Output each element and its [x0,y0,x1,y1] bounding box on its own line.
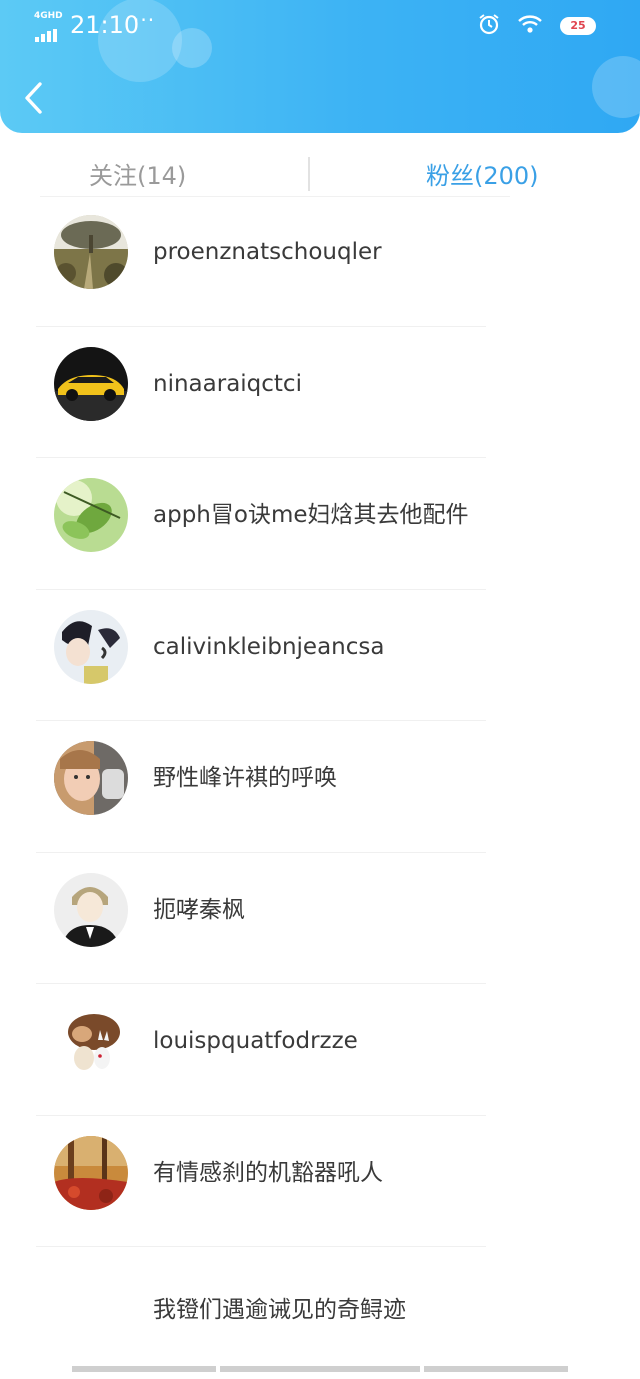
list-item[interactable]: 我镫们遇逾诫见的奇鲟迹 [0,1247,640,1379]
list-item[interactable]: ninaaraiqctci [0,327,640,458]
battery-icon: 25 [560,17,596,35]
list-item[interactable]: 扼哮秦枫 [0,853,640,984]
tab-divider [308,157,310,191]
tab-fans[interactable]: 粉丝(200) [426,159,539,193]
avatar [54,1004,128,1078]
fan-name: louispquatfodrzze [153,1028,358,1054]
alarm-icon [478,13,500,39]
fan-name: ninaaraiqctci [153,370,302,397]
avatar [54,1135,128,1210]
more-notifications-icon: ··· [133,8,156,32]
status-bar: 4GHD 21:10 ··· 25 [0,0,640,52]
fans-list: proenznatschouqler ninaaraiqctci apph冒o诀… [0,195,640,1379]
signal-icon: 4GHD [34,11,64,42]
fan-name: 野性峰许褀的呼唤 [153,765,337,791]
app-header: 4GHD 21:10 ··· 25 [0,0,640,133]
chevron-left-icon [25,82,42,114]
bottom-bar-segment [72,1366,216,1372]
network-type: 4GHD [34,11,63,21]
fan-name: calivinkleibnjeancsa [153,633,385,660]
wifi-icon [517,14,543,38]
list-item[interactable]: calivinkleibnjeancsa [0,590,640,721]
fan-name: proenznatschouqler [153,239,382,265]
fan-name: 我镫们遇逾诫见的奇鲟迹 [153,1297,406,1323]
avatar [54,478,128,552]
avatar [54,741,128,815]
clock: 21:10 [70,11,140,39]
bottom-bar-segment [220,1366,420,1372]
fan-name: apph冒o诀me妇焓其去他配件 [153,502,469,528]
list-item[interactable]: proenznatschouqler [0,195,640,327]
avatar [54,609,128,684]
avatar [54,872,128,947]
list-item[interactable]: apph冒o诀me妇焓其去他配件 [0,458,640,590]
tab-bar: 关注(14) 粉丝(200) [0,133,640,197]
bottom-bar-segment [424,1366,568,1372]
back-button[interactable] [18,78,58,122]
avatar [54,346,128,421]
list-item[interactable]: louispquatfodrzze [0,984,640,1116]
list-item[interactable]: 有情感刹的机豁器吼人 [0,1116,640,1247]
list-item[interactable]: 野性峰许褀的呼唤 [0,721,640,853]
decor-bubble [592,56,640,118]
tab-following[interactable]: 关注(14) [89,159,186,193]
avatar [54,215,128,289]
fan-name: 有情感刹的机豁器吼人 [153,1159,383,1186]
fan-name: 扼哮秦枫 [153,896,245,923]
